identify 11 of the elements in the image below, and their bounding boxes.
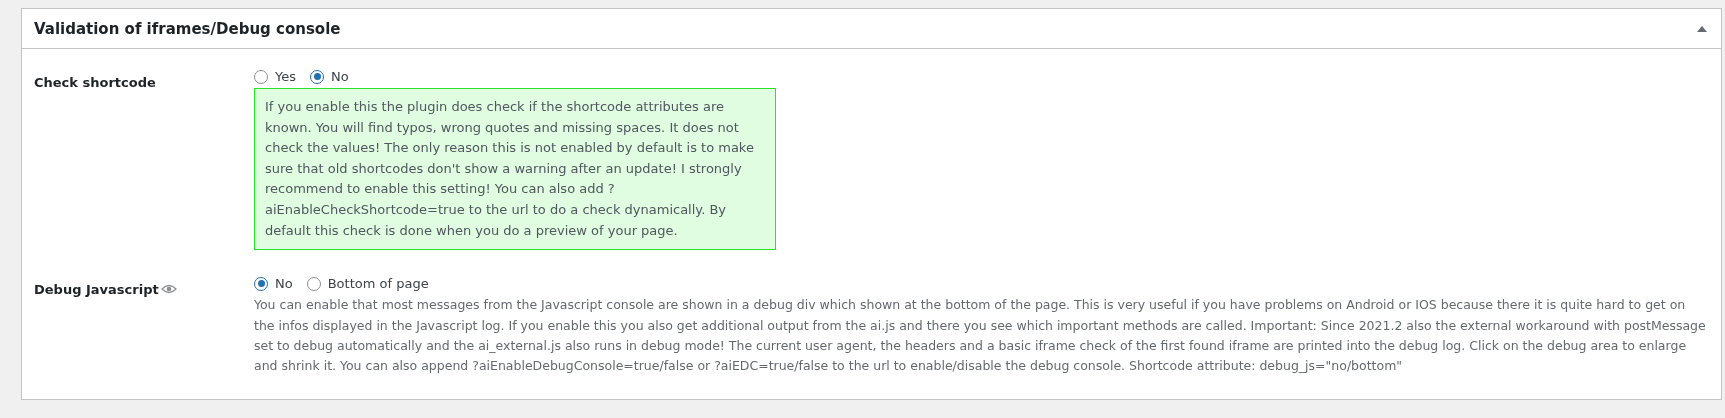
setting-label: Debug Javascript [34, 282, 159, 298]
radio-option[interactable]: Yes [254, 69, 296, 84]
info-notice: If you enable this the plugin does check if the shortcode attributes are known. You will find typos, wrong quotes and missing spaces. It does not check the values! The only reason this is not enabled by default is to make sure that old shortcodes don't show a warning after an update! I strongly recommend to enable this setting! You can also add ?aiEnableCheckShortcode=true to the url to do a check dynamically. By default this check is done when you do a preview of your page. [254, 88, 776, 251]
eye-icon[interactable] [160, 283, 177, 296]
panel-title: Validation of iframes/Debug console [34, 19, 341, 38]
setting-description: You can enable that most messages from the Javascript console are shown in a debug div which shown at the bottom of the page. This is very useful if you have problems on Android or IOS because there it is quite hard to get on the infos displayed in the Javascript log. If you enable this you also get additional output from the ai.js and there you see which important methods are called. Important: Since 2021.2 also the external workaround with postMessage set to debug automatically and the ai_external.js also runs in debug mode! The current user agent, the headers and a basic iframe check of the first found iframe are printed into the debug log. Click on the debug area to enlarge and shrink it. You can also append ?aiEnableDebugConsole=true/false or ?aiEDC=true/false to the url to enable/disable the debug console. Shortcode attribute: debug_js="no/bottom" [254, 296, 1707, 376]
radio-option[interactable]: No [254, 276, 293, 292]
radio-option[interactable]: Bottom of page [306, 276, 429, 292]
collapse-icon[interactable] [1697, 25, 1707, 32]
radio-option[interactable]: No [310, 69, 349, 84]
setting-label: Check shortcode [34, 75, 156, 90]
